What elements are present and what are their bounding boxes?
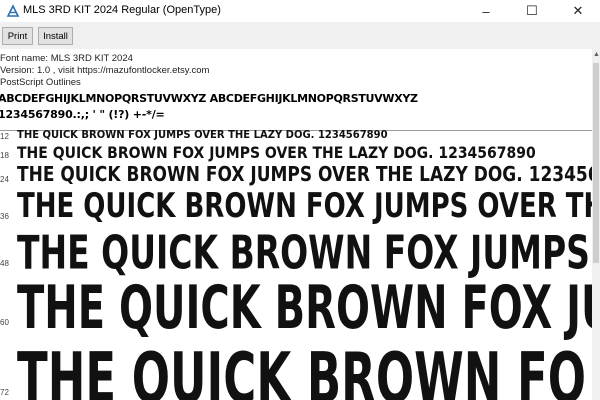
size-label-72: 72 bbox=[0, 388, 9, 397]
font-file-icon bbox=[6, 4, 20, 18]
charset-numbers: 1234567890.:,; ' " (!?) +-*/= bbox=[0, 108, 165, 121]
font-preview-pane: Font name: MLS 3RD KIT 2024 Version: 1.0… bbox=[0, 49, 592, 400]
scroll-thumb[interactable] bbox=[593, 63, 599, 263]
print-button[interactable]: Print bbox=[2, 27, 33, 45]
size-label-24: 24 bbox=[0, 175, 9, 184]
preview-line-36: THE QUICK BROWN FOX JUMPS OVER THE LA bbox=[17, 187, 592, 226]
vertical-scrollbar[interactable]: ▲ bbox=[592, 49, 600, 400]
minimize-button[interactable]: – bbox=[463, 0, 509, 22]
preview-line-18: THE QUICK BROWN FOX JUMPS OVER THE LAZY … bbox=[17, 144, 536, 163]
size-label-48: 48 bbox=[0, 259, 9, 268]
charset-letters: ABCDEFGHIJKLMNOPQRSTUVWXYZ ABCDEFGHIJKLM… bbox=[0, 92, 418, 105]
font-name-line: Font name: MLS 3RD KIT 2024 bbox=[0, 53, 133, 64]
maximize-button[interactable]: ☐ bbox=[509, 0, 555, 22]
version-line: Version: 1.0 , visit https://mazufontloc… bbox=[0, 65, 210, 76]
close-icon: ✕ bbox=[572, 3, 584, 18]
maximize-icon: ☐ bbox=[526, 3, 538, 18]
preview-line-12: THE QUICK BROWN FOX JUMPS OVER THE LAZY … bbox=[17, 129, 388, 142]
install-button[interactable]: Install bbox=[38, 27, 73, 45]
toolbar: Print Install bbox=[0, 22, 600, 49]
preview-line-72: THE QUICK BROWN FO bbox=[17, 337, 587, 400]
size-label-12: 12 bbox=[0, 132, 9, 141]
preview-line-24: THE QUICK BROWN FOX JUMPS OVER THE LAZY … bbox=[17, 163, 592, 187]
outline-type-line: PostScript Outlines bbox=[0, 77, 81, 88]
window-title: MLS 3RD KIT 2024 Regular (OpenType) bbox=[23, 4, 221, 16]
preview-line-60: THE QUICK BROWN FOX JU bbox=[17, 274, 592, 343]
size-label-36: 36 bbox=[0, 212, 9, 221]
preview-line-48: THE QUICK BROWN FOX JUMPS OV bbox=[17, 225, 592, 280]
close-button[interactable]: ✕ bbox=[555, 0, 600, 22]
minimize-icon: – bbox=[482, 3, 490, 19]
chevron-up-icon[interactable]: ▲ bbox=[593, 51, 600, 59]
size-label-60: 60 bbox=[0, 318, 9, 327]
title-bar: MLS 3RD KIT 2024 Regular (OpenType) – ☐ … bbox=[0, 0, 600, 22]
size-label-18: 18 bbox=[0, 151, 9, 160]
